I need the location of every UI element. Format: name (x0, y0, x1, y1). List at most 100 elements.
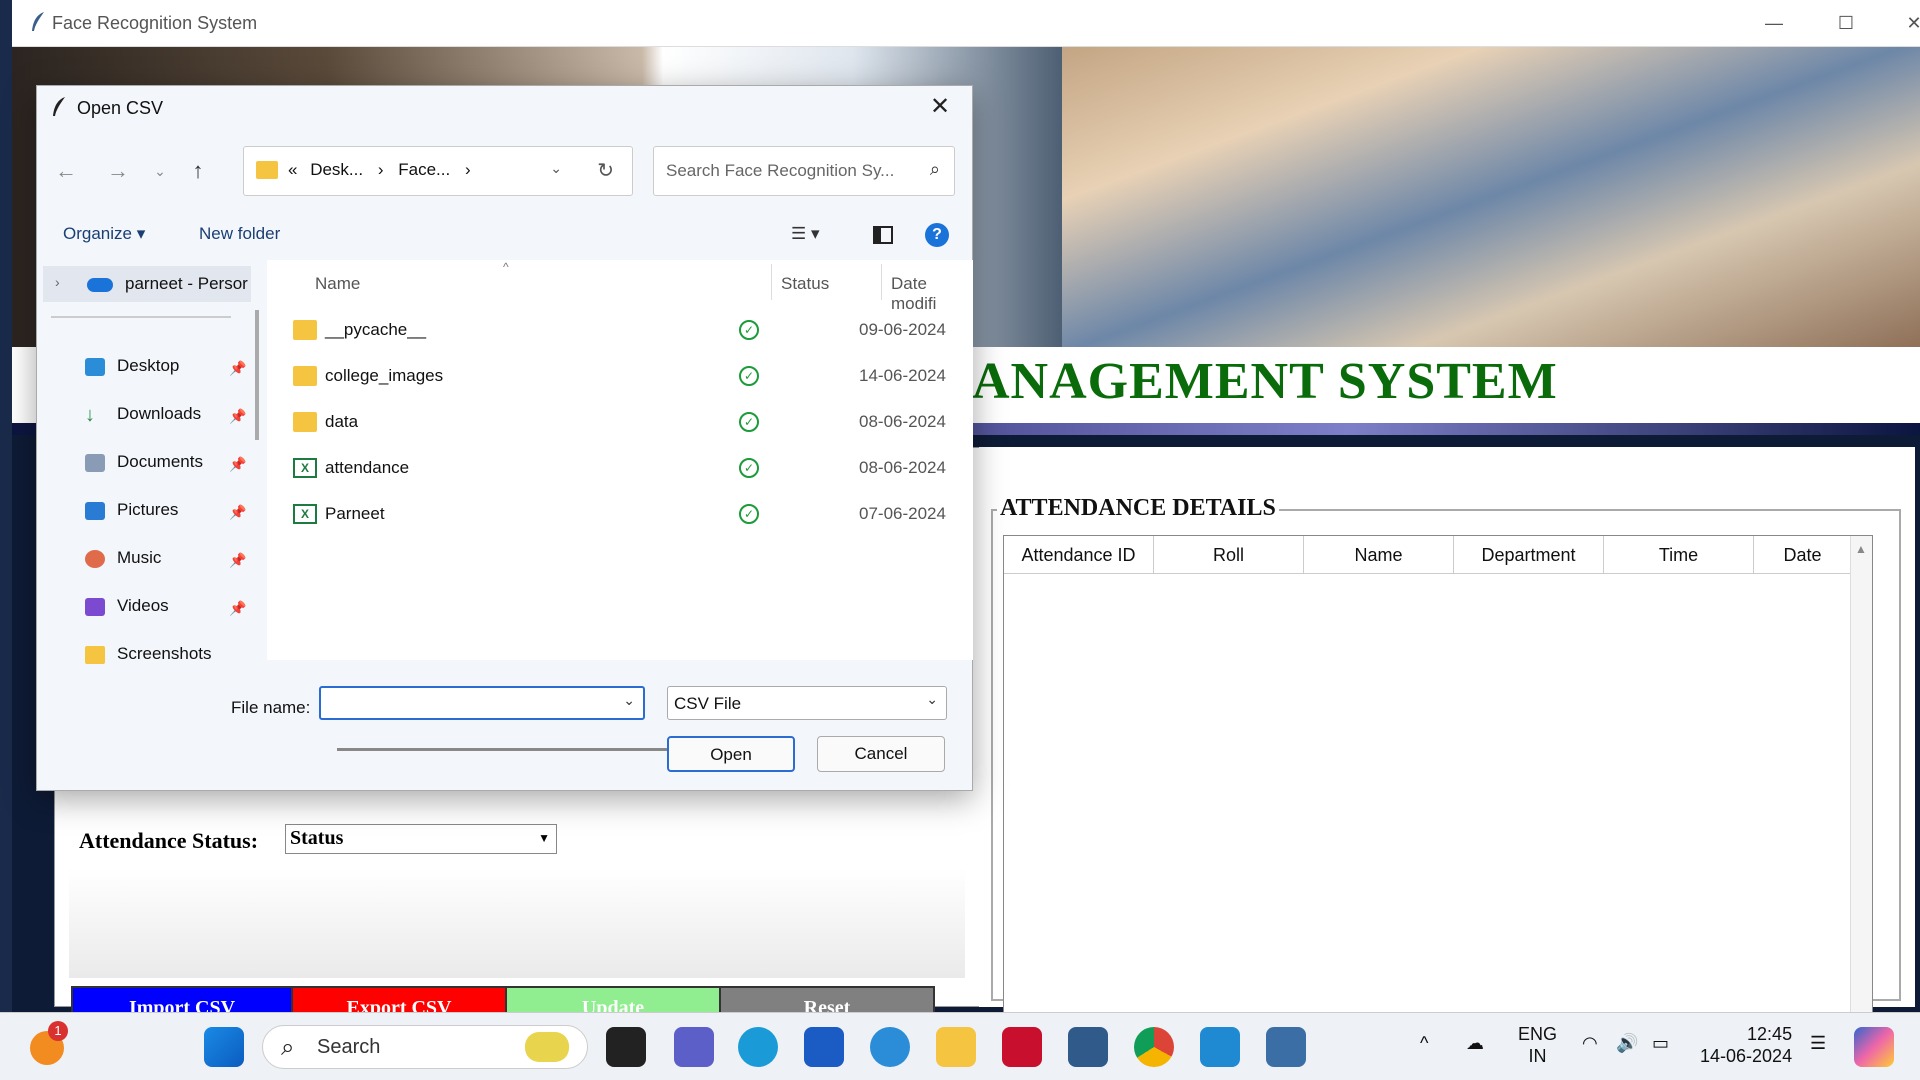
address-bar[interactable]: « Desk... › Face... › ⌄ ↻ (243, 146, 633, 196)
wifi-icon[interactable]: ◠ (1582, 1033, 1598, 1054)
minimize-button[interactable]: — (1754, 10, 1794, 36)
nav-item-screenshots[interactable]: Screenshots (85, 644, 212, 664)
file-name: __pycache__ (325, 320, 427, 339)
new-folder-button[interactable]: New folder (199, 224, 280, 244)
forward-icon[interactable]: → (103, 156, 133, 186)
edge-icon[interactable] (738, 1027, 778, 1067)
address-sep: › (464, 160, 471, 179)
column-header-status[interactable]: Status (781, 274, 829, 294)
mysql-workbench-icon[interactable] (1068, 1027, 1108, 1067)
mcafee-icon[interactable] (1002, 1027, 1042, 1067)
open-button[interactable]: Open (667, 736, 795, 772)
clock-time: 12:45 (1747, 1024, 1793, 1044)
attendance-status-value: Status (290, 827, 344, 849)
cancel-button[interactable]: Cancel (817, 736, 945, 772)
column-header[interactable]: Attendance ID (1004, 536, 1154, 574)
column-header[interactable]: Date (1754, 536, 1852, 574)
file-name-input[interactable]: ⌄ (319, 686, 645, 720)
start-icon[interactable] (204, 1027, 244, 1067)
close-window-button[interactable]: ✕ (1894, 10, 1920, 36)
help-icon[interactable]: ? (925, 223, 949, 247)
copilot-icon[interactable] (1854, 1027, 1894, 1067)
file-date: 14-06-2024 (859, 366, 946, 385)
notification-icon[interactable]: ☰ (1810, 1033, 1826, 1054)
onedrive-icon[interactable]: ☁ (1466, 1033, 1484, 1054)
vscode-icon[interactable] (1200, 1027, 1240, 1067)
nav-scrollbar[interactable] (255, 310, 259, 440)
folder-icon (256, 161, 278, 179)
help-app-icon[interactable] (870, 1027, 910, 1067)
store-icon[interactable] (804, 1027, 844, 1067)
column-divider[interactable] (881, 264, 882, 300)
pin-icon[interactable]: 📌 (229, 360, 246, 377)
excel-file-icon: X (293, 458, 317, 478)
maximize-button[interactable]: ☐ (1826, 10, 1866, 36)
refresh-icon[interactable]: ↻ (597, 158, 614, 183)
expand-chevron-icon[interactable]: › (55, 274, 60, 290)
chevron-down-icon[interactable]: ⌄ (623, 692, 635, 709)
organize-button[interactable]: Organize ▾ (63, 224, 145, 244)
recent-chevron-icon[interactable]: ⌄ (145, 156, 175, 186)
file-name: data (325, 412, 359, 431)
column-divider[interactable] (771, 264, 772, 300)
attendance-details-label: ATTENDANCE DETAILS (997, 495, 1279, 522)
window-title: Face Recognition System (52, 13, 258, 33)
column-header[interactable]: Department (1454, 536, 1604, 574)
nav-item-videos[interactable]: Videos (85, 596, 169, 616)
file-row[interactable]: X Parneet ✓ 07-06-2024 (267, 492, 973, 538)
attendance-table[interactable]: Attendance ID Roll Name Department Time … (1003, 535, 1873, 1044)
view-options-icon[interactable]: ☰ ▾ (791, 224, 820, 244)
column-header[interactable]: Time (1604, 536, 1754, 574)
up-icon[interactable]: ↑ (183, 156, 213, 186)
clock-date: 14-06-2024 (1700, 1046, 1793, 1066)
nav-item-pictures[interactable]: Pictures (85, 500, 178, 520)
pin-icon[interactable]: 📌 (229, 552, 246, 569)
nav-item-label: Screenshots (117, 644, 212, 663)
attendance-status-select[interactable]: Status ▼ (285, 824, 557, 854)
vertical-scrollbar[interactable]: ▲ ▼ (1850, 536, 1872, 1032)
scroll-up-icon[interactable]: ▲ (1855, 542, 1867, 556)
nav-onedrive[interactable]: › parneet - Persor (43, 266, 251, 302)
region-code: IN (1528, 1046, 1547, 1066)
horizontal-scrollbar[interactable] (337, 748, 717, 751)
column-header[interactable]: Roll (1154, 536, 1304, 574)
preview-pane-icon[interactable] (873, 226, 893, 244)
python-icon[interactable] (1266, 1027, 1306, 1067)
clock[interactable]: 12:45 14-06-2024 (1700, 1023, 1792, 1067)
column-header[interactable]: Name (1304, 536, 1454, 574)
pin-icon[interactable]: 📌 (229, 600, 246, 617)
nav-item-desktop[interactable]: Desktop (85, 356, 179, 376)
file-row[interactable]: X attendance ✓ 08-06-2024 (267, 446, 973, 492)
nav-item-label: Music (117, 548, 162, 567)
column-header-name[interactable]: Name (315, 274, 360, 294)
back-icon[interactable]: ← (51, 156, 81, 186)
teams-icon[interactable] (674, 1027, 714, 1067)
pin-icon[interactable]: 📌 (229, 504, 246, 521)
sort-ascending-icon: ^ (503, 260, 509, 274)
file-row[interactable]: data ✓ 08-06-2024 (267, 400, 973, 446)
open-csv-dialog: Open CSV ✕ ← → ⌄ ↑ « Desk... › Face... ›… (36, 85, 973, 791)
breadcrumb-desktop[interactable]: Desk... (310, 160, 363, 179)
nav-item-downloads[interactable]: ↓ Downloads (85, 404, 201, 425)
file-row[interactable]: __pycache__ ✓ 09-06-2024 (267, 308, 973, 354)
search-input[interactable]: Search Face Recognition Sy... ⌕ (653, 146, 955, 196)
taskbar-search[interactable]: ⌕ Search (262, 1025, 588, 1069)
file-type-select[interactable]: CSV File ⌄ (667, 686, 947, 720)
taskbar: 1 ⌕ Search ^ ☁ ENG IN ◠ 🔊 ▭ 12:45 14-06-… (0, 1012, 1920, 1080)
pin-icon[interactable]: 📌 (229, 456, 246, 473)
pin-icon[interactable]: 📌 (229, 408, 246, 425)
breadcrumb-face[interactable]: Face... (398, 160, 450, 179)
file-explorer-icon[interactable] (936, 1027, 976, 1067)
volume-icon[interactable]: 🔊 (1616, 1033, 1638, 1054)
chrome-icon[interactable] (1134, 1027, 1174, 1067)
nav-item-music[interactable]: Music (85, 548, 161, 568)
file-date: 08-06-2024 (859, 458, 946, 477)
show-hidden-icons-icon[interactable]: ^ (1420, 1033, 1428, 1054)
task-view-icon[interactable] (606, 1027, 646, 1067)
language-indicator[interactable]: ENG IN (1518, 1023, 1557, 1067)
close-icon[interactable]: ✕ (920, 90, 960, 124)
file-row[interactable]: college_images ✓ 14-06-2024 (267, 354, 973, 400)
chevron-down-icon[interactable]: ⌄ (550, 160, 562, 177)
battery-icon[interactable]: ▭ (1652, 1033, 1669, 1054)
nav-item-documents[interactable]: Documents (85, 452, 203, 472)
